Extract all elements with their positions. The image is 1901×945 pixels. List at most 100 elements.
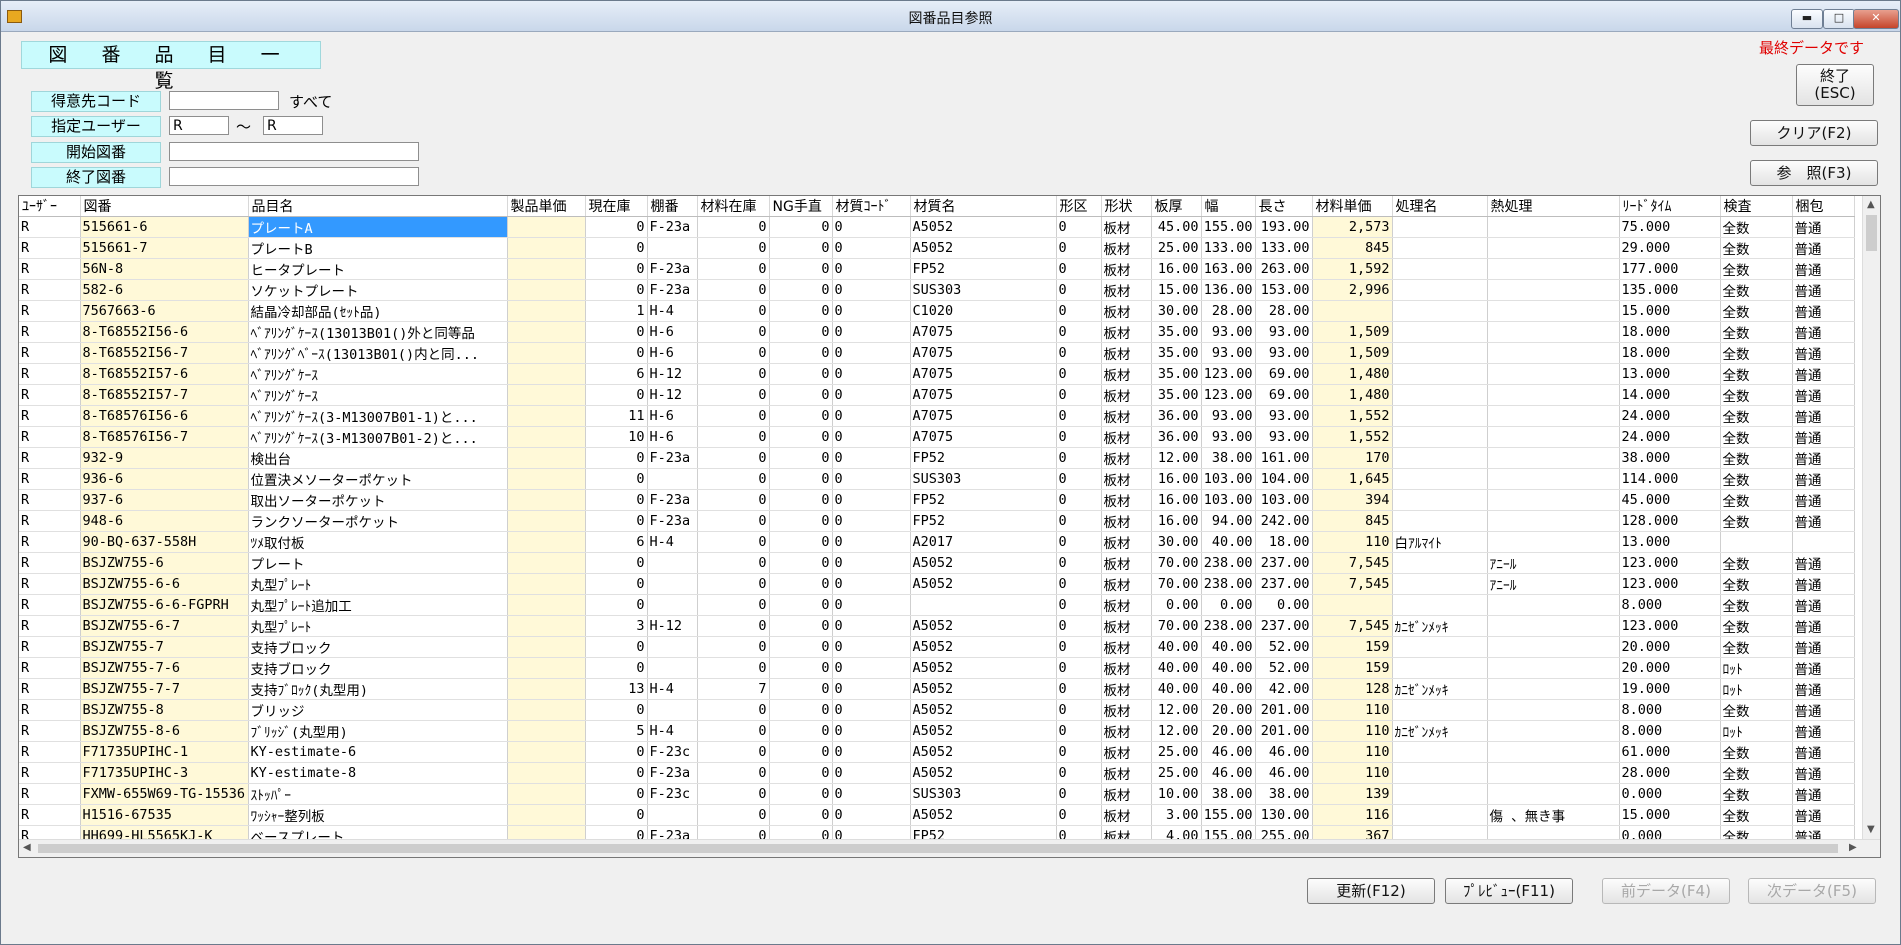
- table-cell[interactable]: 0: [697, 489, 770, 511]
- table-cell[interactable]: 0: [832, 762, 911, 784]
- table-cell[interactable]: 板材: [1101, 552, 1152, 574]
- table-cell[interactable]: 普通: [1792, 300, 1855, 322]
- table-row[interactable]: R BSJZW755-7-6 支持ブロック 0 0 0 0 A5052 0 板材 40.00 40.0…: [19, 657, 1855, 679]
- table-cell[interactable]: 0: [1056, 594, 1102, 616]
- table-cell[interactable]: F-23a: [647, 489, 698, 511]
- table-cell[interactable]: 13.000: [1619, 363, 1721, 385]
- table-cell[interactable]: F-23a: [647, 762, 698, 784]
- next-data-button[interactable]: 次データ(F5): [1748, 878, 1876, 904]
- table-cell[interactable]: 0: [1056, 636, 1102, 658]
- table-cell[interactable]: 普通: [1792, 615, 1855, 637]
- table-cell[interactable]: 20.00: [1201, 720, 1256, 742]
- table-cell[interactable]: 40.00: [1201, 657, 1256, 679]
- item-grid[interactable]: ﾕｰｻﾞｰ 図番 品目名 製品単価 現在庫 棚番 材料在庫 NG手直 材質ｺｰﾄﾞ 材質名 形区 形状…: [18, 195, 1881, 858]
- table-cell[interactable]: [1487, 468, 1620, 490]
- table-cell[interactable]: 0: [832, 552, 911, 574]
- table-row[interactable]: R 7567663-6 結晶冷却部品(ｾｯﾄ品) 1 H-4 0 0 0 C1020 0 板材 30.…: [19, 300, 1855, 322]
- table-cell[interactable]: [1392, 762, 1488, 784]
- table-cell[interactable]: 全数: [1720, 615, 1793, 637]
- table-cell[interactable]: [1487, 636, 1620, 658]
- table-cell[interactable]: 0: [1056, 762, 1102, 784]
- table-cell[interactable]: 板材: [1101, 447, 1152, 469]
- table-cell[interactable]: H-12: [647, 384, 698, 406]
- horizontal-scroll-thumb[interactable]: [38, 844, 1838, 853]
- column-header[interactable]: 梱包: [1792, 196, 1855, 217]
- table-cell[interactable]: [507, 804, 586, 826]
- table-cell[interactable]: R: [19, 363, 81, 385]
- table-cell[interactable]: 28.00: [1201, 300, 1256, 322]
- table-cell[interactable]: 0: [1056, 237, 1102, 259]
- table-cell[interactable]: 0: [832, 321, 911, 343]
- table-cell[interactable]: 159: [1312, 636, 1393, 658]
- column-header[interactable]: 幅: [1201, 196, 1256, 217]
- table-cell[interactable]: 0: [697, 384, 770, 406]
- table-cell[interactable]: 38.00: [1255, 783, 1313, 805]
- table-cell[interactable]: 8-T68576I56-7: [80, 426, 249, 448]
- table-cell[interactable]: [1392, 405, 1488, 427]
- arrow-up-icon[interactable]: ▲: [1867, 199, 1875, 210]
- table-cell[interactable]: 130.00: [1255, 804, 1313, 826]
- table-cell[interactable]: [507, 657, 586, 679]
- table-cell[interactable]: 0: [697, 657, 770, 679]
- table-cell[interactable]: 16.00: [1151, 510, 1202, 532]
- table-row[interactable]: R BSJZW755-6-7 丸型ﾌﾟﾚｰﾄ 3 H-12 0 0 0 A5052 0 板材 70.0…: [19, 615, 1855, 637]
- table-cell[interactable]: 0: [697, 447, 770, 469]
- table-cell[interactable]: 24.000: [1619, 405, 1721, 427]
- table-cell[interactable]: 板材: [1101, 573, 1152, 595]
- table-cell[interactable]: 普通: [1792, 279, 1855, 301]
- table-cell[interactable]: 10: [585, 426, 648, 448]
- table-cell[interactable]: 1,592: [1312, 258, 1393, 280]
- table-cell[interactable]: 普通: [1792, 720, 1855, 742]
- table-cell[interactable]: 93.00: [1255, 342, 1313, 364]
- table-cell[interactable]: H-12: [647, 615, 698, 637]
- table-cell[interactable]: 板材: [1101, 237, 1152, 259]
- table-cell[interactable]: 110: [1312, 741, 1393, 763]
- table-cell[interactable]: 全数: [1720, 594, 1793, 616]
- table-cell[interactable]: 0: [697, 531, 770, 553]
- table-cell[interactable]: ソケットプレート: [248, 279, 508, 301]
- table-cell[interactable]: [1392, 258, 1488, 280]
- table-cell[interactable]: 普通: [1792, 258, 1855, 280]
- table-cell[interactable]: 0: [832, 594, 911, 616]
- table-cell[interactable]: R: [19, 258, 81, 280]
- table-cell[interactable]: 46.00: [1201, 762, 1256, 784]
- table-cell[interactable]: 板材: [1101, 510, 1152, 532]
- exit-button[interactable]: 終了 (ESC): [1796, 64, 1874, 106]
- vertical-scrollbar[interactable]: ▲ ▼: [1862, 196, 1880, 839]
- table-cell[interactable]: 板材: [1101, 468, 1152, 490]
- table-cell[interactable]: 56N-8: [80, 258, 249, 280]
- table-cell[interactable]: 0: [1056, 531, 1102, 553]
- table-row[interactable]: R 8-T68552I57-6 ﾍﾞｱﾘﾝｸﾞｹｰｽ 6 H-12 0 0 0 A7075 0 板材…: [19, 363, 1855, 385]
- table-cell[interactable]: H-4: [647, 300, 698, 322]
- table-row[interactable]: R 8-T68552I57-7 ﾍﾞｱﾘﾝｸﾞｹｰｽ 0 H-12 0 0 0 A7075 0 板材…: [19, 384, 1855, 406]
- table-cell[interactable]: 全数: [1720, 216, 1793, 238]
- table-cell[interactable]: R: [19, 426, 81, 448]
- table-row[interactable]: R BSJZW755-7 支持ブロック 0 0 0 0 A5052 0 板材 40.00 40.00 5…: [19, 636, 1855, 658]
- table-cell[interactable]: R: [19, 384, 81, 406]
- table-cell[interactable]: 24.000: [1619, 426, 1721, 448]
- table-cell[interactable]: 139: [1312, 783, 1393, 805]
- table-cell[interactable]: 普通: [1792, 762, 1855, 784]
- column-header[interactable]: 現在庫: [585, 196, 648, 217]
- table-cell[interactable]: 3.00: [1151, 804, 1202, 826]
- table-cell[interactable]: 8-T68576I56-6: [80, 405, 249, 427]
- table-cell[interactable]: [1392, 804, 1488, 826]
- table-cell[interactable]: ｱﾆｰﾙ: [1487, 573, 1620, 595]
- table-cell[interactable]: 0: [697, 510, 770, 532]
- table-cell[interactable]: H-12: [647, 363, 698, 385]
- table-cell[interactable]: 35.00: [1151, 342, 1202, 364]
- table-cell[interactable]: 0: [769, 279, 833, 301]
- table-cell[interactable]: 板材: [1101, 615, 1152, 637]
- table-cell[interactable]: 結晶冷却部品(ｾｯﾄ品): [248, 300, 508, 322]
- table-cell[interactable]: H-6: [647, 342, 698, 364]
- table-cell[interactable]: 0: [585, 636, 648, 658]
- customer-code-input[interactable]: [169, 91, 279, 110]
- column-header[interactable]: 検査: [1720, 196, 1793, 217]
- table-cell[interactable]: R: [19, 342, 81, 364]
- user-from-input[interactable]: R: [169, 116, 229, 135]
- table-cell[interactable]: 45.000: [1619, 489, 1721, 511]
- table-cell[interactable]: 42.00: [1255, 678, 1313, 700]
- table-cell[interactable]: ﾛｯﾄ: [1720, 720, 1793, 742]
- table-cell[interactable]: 515661-7: [80, 237, 249, 259]
- table-cell[interactable]: R: [19, 615, 81, 637]
